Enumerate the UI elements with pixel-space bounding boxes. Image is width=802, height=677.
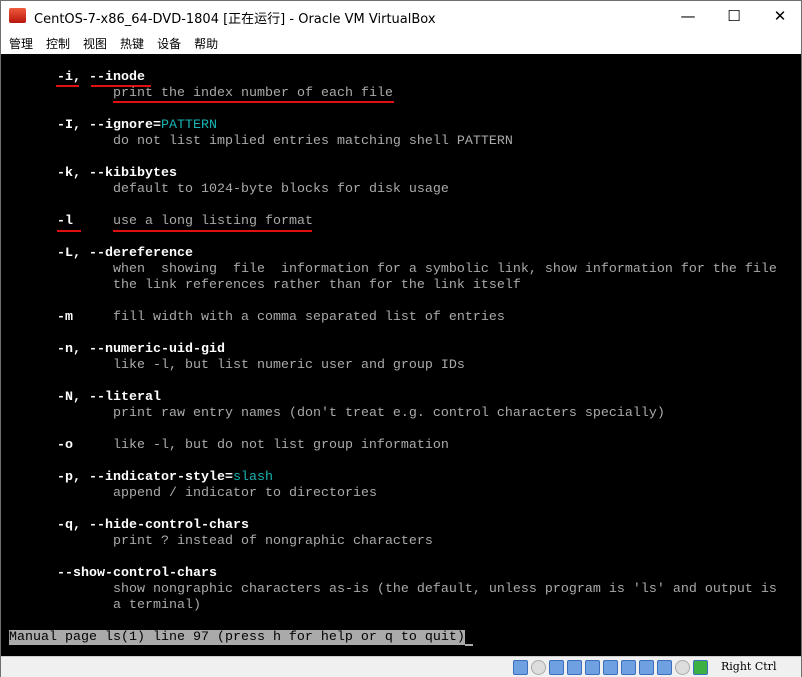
man-line: append / indicator to directories bbox=[113, 486, 377, 502]
hard-disk-icon[interactable] bbox=[513, 660, 528, 675]
man-text: -I, --ignore= bbox=[57, 118, 161, 133]
pager-status-line: Manual page ls(1) line 97 (press h for h… bbox=[9, 630, 473, 646]
man-text: -m bbox=[57, 310, 73, 325]
man-text: --show-control-chars bbox=[57, 566, 217, 581]
vm-console[interactable]: Manual page ls(1) line 97 (press h for h… bbox=[1, 54, 801, 656]
man-text: append / indicator to directories bbox=[113, 486, 377, 501]
host-key-label: Right Ctrl bbox=[721, 660, 777, 673]
man-text: slash bbox=[232, 470, 273, 485]
vm-status-bar: Right Ctrl bbox=[1, 656, 801, 677]
man-line: --show-control-chars bbox=[57, 566, 217, 582]
annotation-underline bbox=[57, 230, 81, 232]
man-text: -i, --inode bbox=[57, 70, 145, 85]
man-text: print the index number of each file bbox=[113, 86, 393, 101]
man-line: default to 1024-byte blocks for disk usa… bbox=[113, 182, 449, 198]
man-line: a terminal) bbox=[113, 598, 201, 614]
man-line: -o like -l, but do not list group inform… bbox=[57, 438, 449, 454]
network-icon[interactable] bbox=[567, 660, 582, 675]
man-line: show nongraphic characters as-is (the de… bbox=[113, 582, 777, 598]
virtualbox-app-icon bbox=[9, 8, 26, 23]
menu-help[interactable]: 帮助 bbox=[194, 31, 231, 54]
host-key-icon[interactable] bbox=[693, 660, 708, 675]
man-text: like -l, but do not list group informati… bbox=[73, 438, 449, 453]
man-text: -p, --indicator-style= bbox=[57, 470, 233, 485]
man-text: use a long listing format bbox=[73, 214, 313, 229]
man-text: -o bbox=[57, 438, 73, 453]
man-text: do not list implied entries matching she… bbox=[113, 134, 513, 149]
man-text: when showing file information for a symb… bbox=[113, 262, 777, 277]
man-line: do not list implied entries matching she… bbox=[113, 134, 513, 150]
man-line: print the index number of each file bbox=[113, 86, 393, 102]
mouse-icon[interactable] bbox=[675, 660, 690, 675]
man-text: a terminal) bbox=[113, 598, 201, 613]
man-line: -p, --indicator-style=slash bbox=[57, 470, 273, 486]
man-text: print ? instead of nongraphic characters bbox=[113, 534, 433, 549]
video-capture-icon[interactable] bbox=[639, 660, 654, 675]
man-text: -q, --hide-control-chars bbox=[57, 518, 249, 533]
man-line: -N, --literal bbox=[57, 390, 161, 406]
menu-machine[interactable]: 管理 bbox=[9, 31, 46, 54]
man-text: -L, --dereference bbox=[57, 246, 193, 261]
menu-hotkeys[interactable]: 热键 bbox=[120, 31, 157, 54]
shared-folders-icon[interactable] bbox=[603, 660, 618, 675]
man-text: fill width with a comma separated list o… bbox=[73, 310, 505, 325]
man-text: -l bbox=[57, 214, 73, 229]
optical-drive-icon[interactable] bbox=[531, 660, 546, 675]
window-title: CentOS-7-x86_64-DVD-1804 [正在运行] - Oracle… bbox=[34, 12, 436, 27]
man-line: like -l, but list numeric user and group… bbox=[113, 358, 465, 374]
close-button[interactable]: ✕ bbox=[757, 1, 802, 31]
text-cursor bbox=[464, 644, 473, 646]
cpu-icon[interactable] bbox=[657, 660, 672, 675]
man-text: show nongraphic characters as-is (the de… bbox=[113, 582, 777, 597]
man-text: -k, --kibibytes bbox=[57, 166, 177, 181]
menu-control[interactable]: 控制 bbox=[46, 31, 83, 54]
man-text: like -l, but list numeric user and group… bbox=[113, 358, 465, 373]
man-line: -L, --dereference bbox=[57, 246, 193, 262]
man-line: -i, --inode bbox=[57, 70, 145, 86]
man-text: the link references rather than for the … bbox=[113, 278, 521, 293]
menu-devices[interactable]: 设备 bbox=[157, 31, 194, 54]
usb-icon[interactable] bbox=[585, 660, 600, 675]
man-line: the link references rather than for the … bbox=[113, 278, 521, 294]
man-text: PATTERN bbox=[160, 118, 217, 133]
man-line: print ? instead of nongraphic characters bbox=[113, 534, 433, 550]
display-icon[interactable] bbox=[621, 660, 636, 675]
man-text: -N, --literal bbox=[57, 390, 161, 405]
man-line: -q, --hide-control-chars bbox=[57, 518, 249, 534]
maximize-button[interactable]: ☐ bbox=[711, 1, 757, 31]
man-line: print raw entry names (don't treat e.g. … bbox=[113, 406, 665, 422]
man-line: -k, --kibibytes bbox=[57, 166, 177, 182]
man-line: -m fill width with a comma separated lis… bbox=[57, 310, 505, 326]
audio-icon[interactable] bbox=[549, 660, 564, 675]
minimize-button[interactable]: — bbox=[665, 1, 711, 31]
menu-view[interactable]: 视图 bbox=[83, 31, 120, 54]
man-text: -n, --numeric-uid-gid bbox=[57, 342, 225, 357]
man-text: print raw entry names (don't treat e.g. … bbox=[113, 406, 665, 421]
annotation-underline bbox=[113, 230, 312, 232]
man-line: -n, --numeric-uid-gid bbox=[57, 342, 225, 358]
man-line: -l use a long listing format bbox=[57, 214, 313, 230]
man-line: -I, --ignore=PATTERN bbox=[57, 118, 217, 134]
man-text: default to 1024-byte blocks for disk usa… bbox=[113, 182, 449, 197]
pager-status-text: Manual page ls(1) line 97 (press h for h… bbox=[9, 630, 465, 645]
man-line: when showing file information for a symb… bbox=[113, 262, 777, 278]
menu-bar: 管理 控制 视图 热键 设备 帮助 bbox=[1, 31, 801, 54]
title-bar: CentOS-7-x86_64-DVD-1804 [正在运行] - Oracle… bbox=[1, 1, 801, 31]
